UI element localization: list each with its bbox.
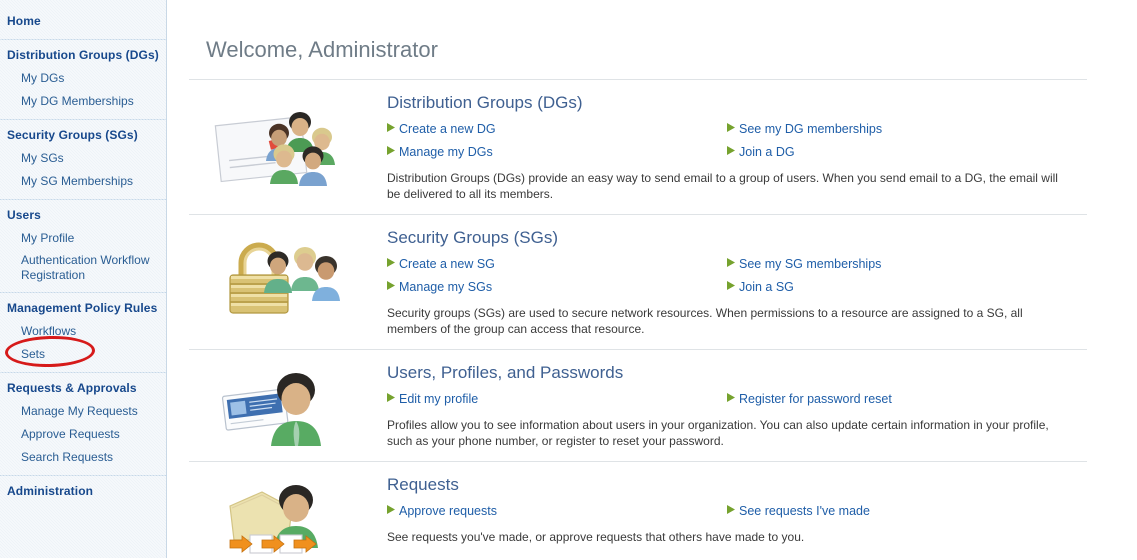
sidebar-item-my-dg-memberships[interactable]: My DG Memberships (0, 90, 166, 113)
sidebar: Home Distribution Groups (DGs) My DGs My… (0, 0, 167, 558)
sidebar-item-my-sg-memberships[interactable]: My SG Memberships (0, 170, 166, 193)
link-edit-my-profile-row: Edit my profile (387, 389, 727, 410)
link-join-a-dg-row: Join a DG (727, 142, 1119, 163)
link-register-for-password-reset-row: Register for password reset (727, 389, 1119, 410)
sidebar-item-approve-requests[interactable]: Approve Requests (0, 423, 166, 446)
link-manage-my-dgs-row: Manage my DGs (387, 142, 727, 163)
request-workflow-icon (167, 474, 387, 560)
section-links: Edit my profile Register for password re… (387, 389, 1119, 410)
link-edit-my-profile[interactable]: Edit my profile (399, 389, 478, 410)
link-see-requests-ive-made-row: See requests I've made (727, 501, 1119, 522)
sidebar-item-sets[interactable]: Sets (0, 343, 166, 366)
section-distribution-groups: Distribution Groups (DGs) Create a new D… (167, 80, 1137, 214)
section-title-requests: Requests (387, 474, 1119, 495)
sidebar-heading-users[interactable]: Users (0, 204, 166, 227)
sidebar-group-home: Home (0, 10, 166, 33)
link-see-requests-ive-made[interactable]: See requests I've made (739, 501, 870, 522)
sidebar-divider (0, 372, 167, 373)
section-links: Approve requests See requests I've made (387, 501, 1119, 522)
section-description-requests: See requests you've made, or approve req… (387, 529, 1059, 545)
bullet-triangle-icon (727, 393, 739, 402)
sidebar-heading-administration[interactable]: Administration (0, 480, 166, 503)
sidebar-item-my-sgs[interactable]: My SGs (0, 147, 166, 170)
link-join-a-dg[interactable]: Join a DG (739, 142, 795, 163)
sidebar-group-security-groups: Security Groups (SGs) My SGs My SG Membe… (0, 124, 166, 193)
sidebar-group-requests-approvals: Requests & Approvals Manage My Requests … (0, 377, 166, 469)
link-manage-my-dgs[interactable]: Manage my DGs (399, 142, 493, 163)
user-id-card-icon (167, 362, 387, 461)
link-join-a-sg[interactable]: Join a SG (739, 277, 794, 298)
section-description-security-groups: Security groups (SGs) are used to secure… (387, 305, 1059, 337)
sidebar-heading-security-groups[interactable]: Security Groups (SGs) (0, 124, 166, 147)
sidebar-divider (0, 199, 167, 200)
link-manage-my-sgs[interactable]: Manage my SGs (399, 277, 492, 298)
section-title-security-groups: Security Groups (SGs) (387, 227, 1119, 248)
sidebar-heading-distribution-groups[interactable]: Distribution Groups (DGs) (0, 44, 166, 67)
sidebar-divider (0, 292, 167, 293)
sidebar-group-management-policy-rules: Management Policy Rules Workflows Sets (0, 297, 166, 366)
link-register-for-password-reset[interactable]: Register for password reset (739, 389, 892, 410)
sidebar-item-my-profile[interactable]: My Profile (0, 227, 166, 250)
section-body: Security Groups (SGs) Create a new SG Se… (387, 227, 1137, 349)
sidebar-item-search-requests[interactable]: Search Requests (0, 446, 166, 469)
main-content: Welcome, Administrator (167, 0, 1137, 558)
padlock-people-icon (167, 227, 387, 349)
sidebar-divider (0, 475, 167, 476)
bullet-triangle-icon (727, 258, 739, 267)
link-create-a-new-sg-row: Create a new SG (387, 254, 727, 275)
link-see-my-dg-memberships-row: See my DG memberships (727, 119, 1119, 140)
sidebar-group-users: Users My Profile Authentication Workflow… (0, 204, 166, 286)
sidebar-heading-requests-approvals[interactable]: Requests & Approvals (0, 377, 166, 400)
section-title-users-profiles-passwords: Users, Profiles, and Passwords (387, 362, 1119, 383)
sidebar-item-my-dgs[interactable]: My DGs (0, 67, 166, 90)
bullet-triangle-icon (387, 393, 399, 402)
sidebar-divider (0, 39, 167, 40)
section-description-distribution-groups: Distribution Groups (DGs) provide an eas… (387, 170, 1059, 202)
bullet-triangle-icon (387, 281, 399, 290)
sidebar-item-home[interactable]: Home (0, 10, 166, 33)
bullet-triangle-icon (727, 123, 739, 132)
page-root: Home Distribution Groups (DGs) My DGs My… (0, 0, 1137, 558)
page-title: Welcome, Administrator (167, 15, 1137, 63)
bullet-triangle-icon (387, 146, 399, 155)
sidebar-item-workflows[interactable]: Workflows (0, 320, 166, 343)
sidebar-divider (0, 119, 167, 120)
section-body: Requests Approve requests See requests I… (387, 474, 1137, 560)
bullet-triangle-icon (727, 281, 739, 290)
link-see-my-sg-memberships-row: See my SG memberships (727, 254, 1119, 275)
section-requests: Requests Approve requests See requests I… (167, 462, 1137, 560)
envelope-people-icon (167, 92, 387, 214)
link-join-a-sg-row: Join a SG (727, 277, 1119, 298)
bullet-triangle-icon (387, 505, 399, 514)
section-title-distribution-groups: Distribution Groups (DGs) (387, 92, 1119, 113)
section-links: Create a new DG See my DG memberships Ma… (387, 119, 1119, 163)
section-description-users-profiles-passwords: Profiles allow you to see information ab… (387, 417, 1059, 449)
link-create-a-new-dg-row: Create a new DG (387, 119, 727, 140)
sidebar-heading-management-policy-rules[interactable]: Management Policy Rules (0, 297, 166, 320)
sidebar-group-distribution-groups: Distribution Groups (DGs) My DGs My DG M… (0, 44, 166, 113)
bullet-triangle-icon (387, 123, 399, 132)
section-body: Distribution Groups (DGs) Create a new D… (387, 92, 1137, 214)
section-links: Create a new SG See my SG memberships Ma… (387, 254, 1119, 298)
link-approve-requests-row: Approve requests (387, 501, 727, 522)
section-users-profiles-passwords: Users, Profiles, and Passwords Edit my p… (167, 350, 1137, 461)
sidebar-item-manage-my-requests[interactable]: Manage My Requests (0, 400, 166, 423)
section-body: Users, Profiles, and Passwords Edit my p… (387, 362, 1137, 461)
section-security-groups: Security Groups (SGs) Create a new SG Se… (167, 215, 1137, 349)
bullet-triangle-icon (727, 146, 739, 155)
link-approve-requests[interactable]: Approve requests (399, 501, 497, 522)
link-create-a-new-sg[interactable]: Create a new SG (399, 254, 495, 275)
link-see-my-sg-memberships[interactable]: See my SG memberships (739, 254, 881, 275)
link-create-a-new-dg[interactable]: Create a new DG (399, 119, 496, 140)
link-manage-my-sgs-row: Manage my SGs (387, 277, 727, 298)
bullet-triangle-icon (727, 505, 739, 514)
sidebar-group-administration: Administration (0, 480, 166, 503)
link-see-my-dg-memberships[interactable]: See my DG memberships (739, 119, 882, 140)
sidebar-item-authentication-workflow-registration[interactable]: Authentication Workflow Registration (0, 250, 166, 286)
bullet-triangle-icon (387, 258, 399, 267)
